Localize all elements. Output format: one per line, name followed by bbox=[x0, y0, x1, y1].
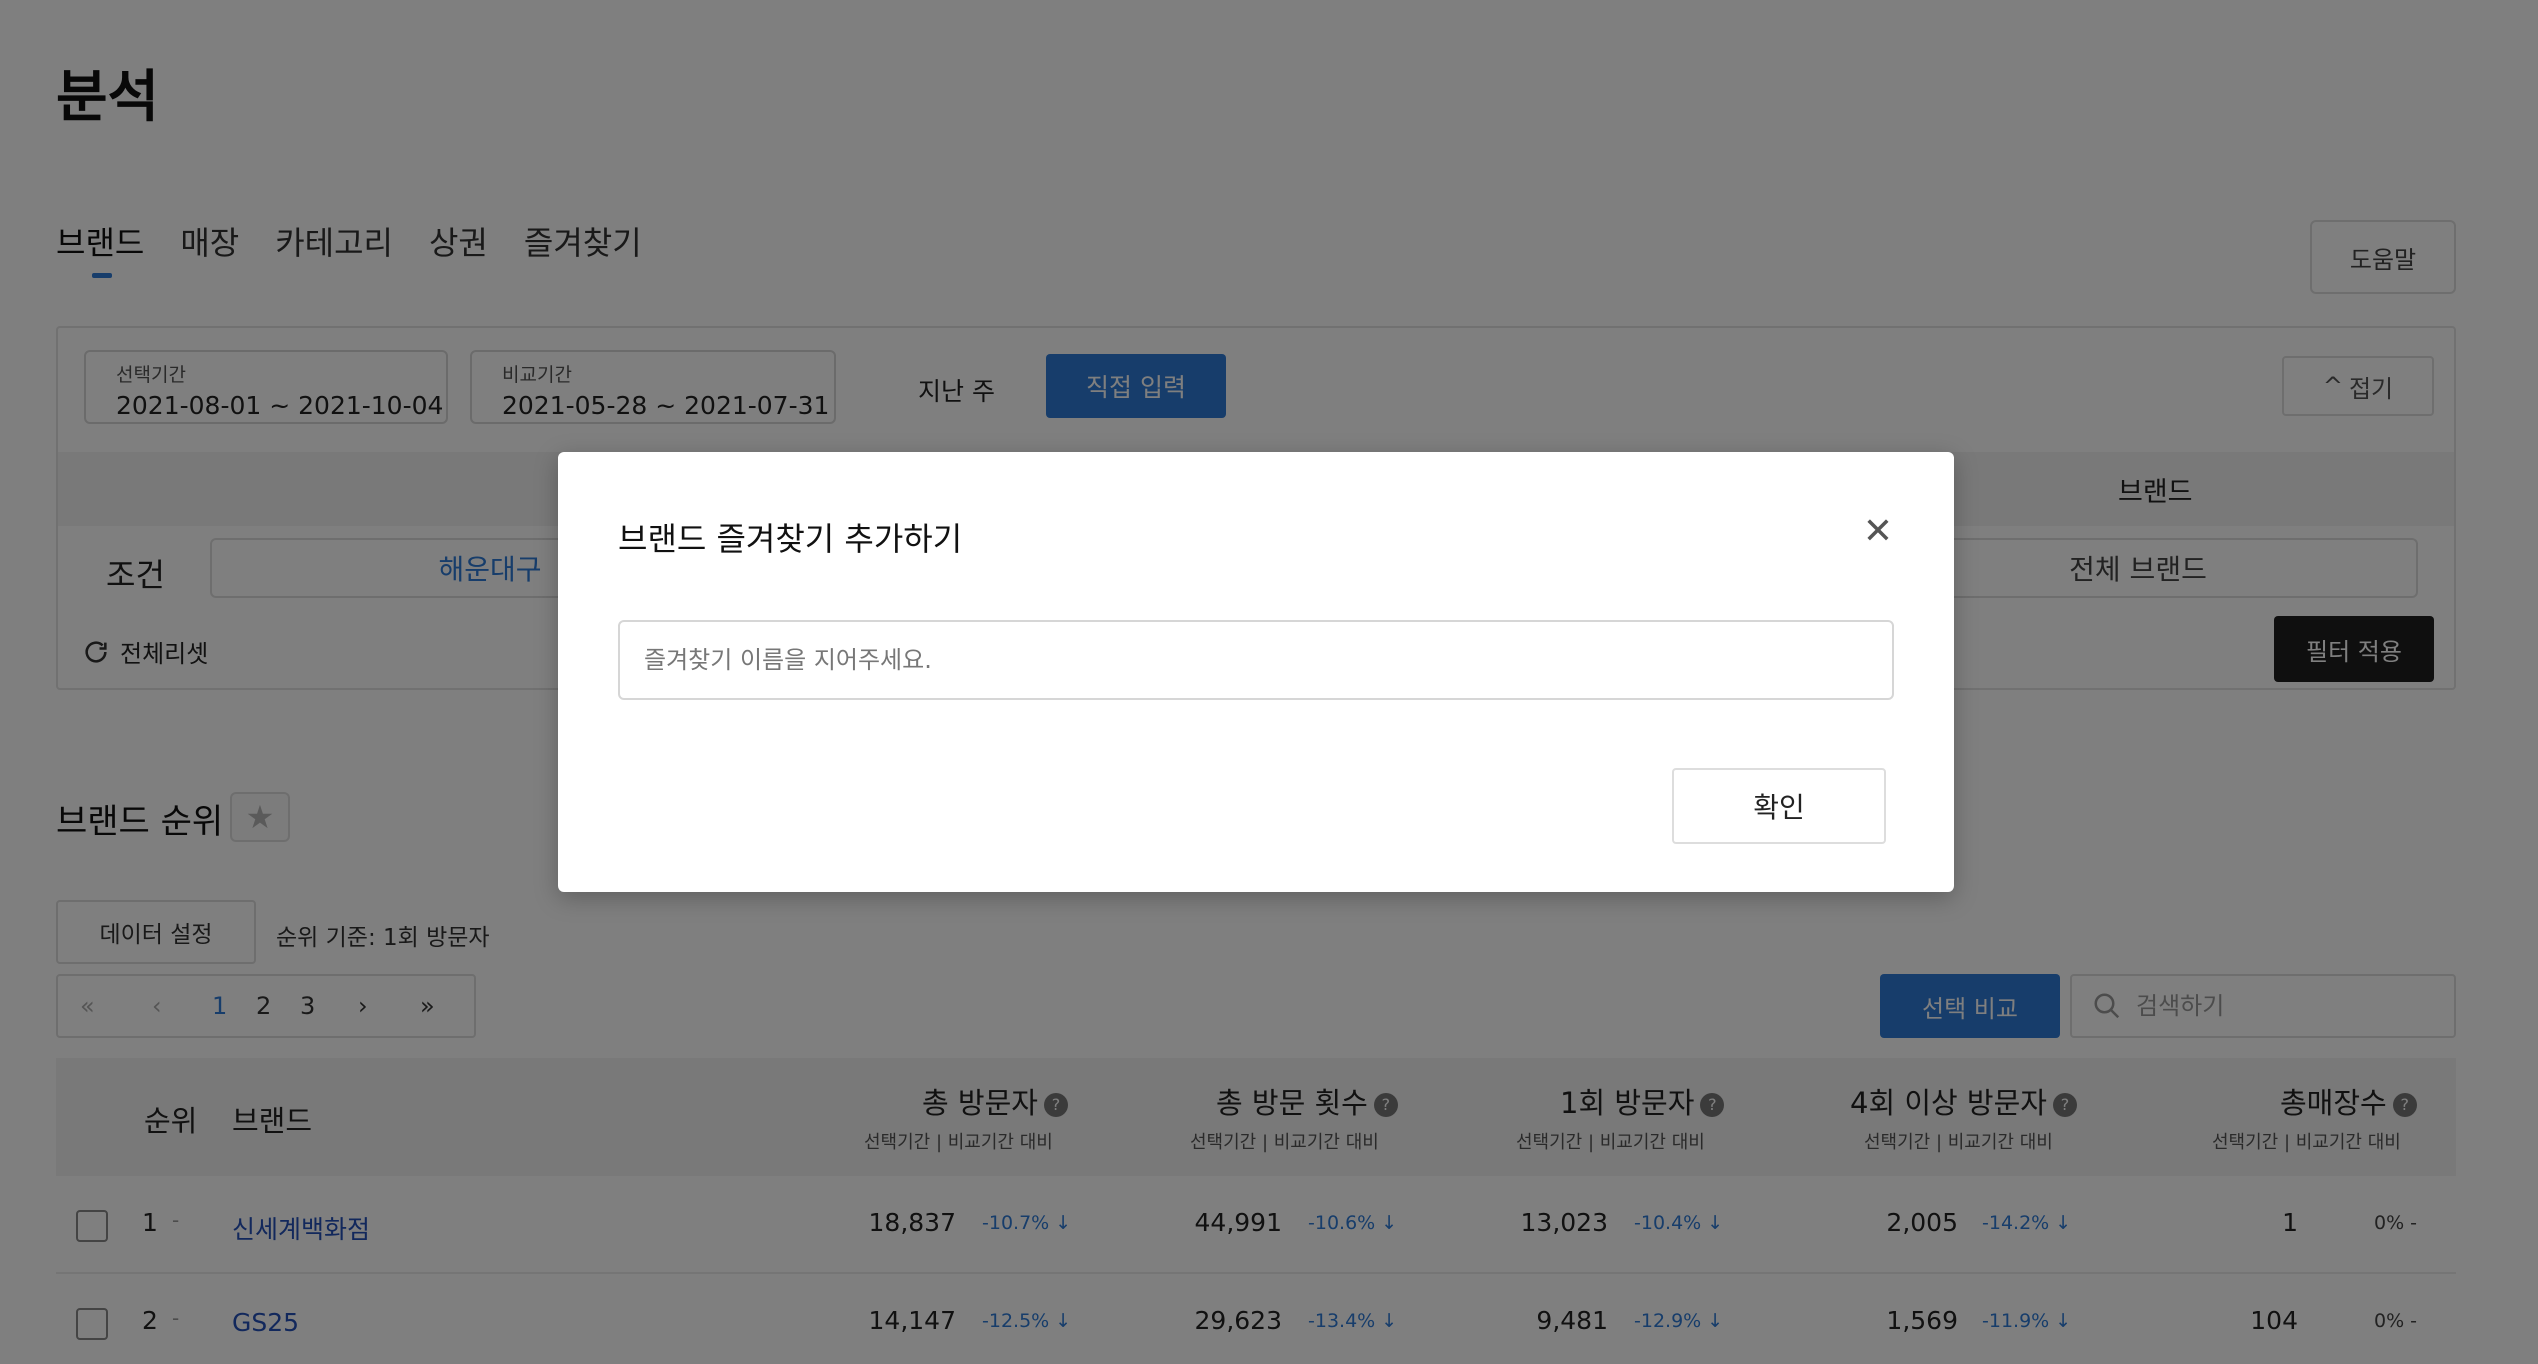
close-icon[interactable]: ✕ bbox=[1858, 512, 1898, 552]
modal-title: 브랜드 즐겨찾기 추가하기 bbox=[618, 520, 963, 558]
add-favorite-modal: 브랜드 즐겨찾기 추가하기 ✕ 확인 bbox=[558, 452, 1954, 892]
favorite-name-input[interactable] bbox=[618, 620, 1894, 700]
confirm-button[interactable]: 확인 bbox=[1672, 768, 1886, 844]
